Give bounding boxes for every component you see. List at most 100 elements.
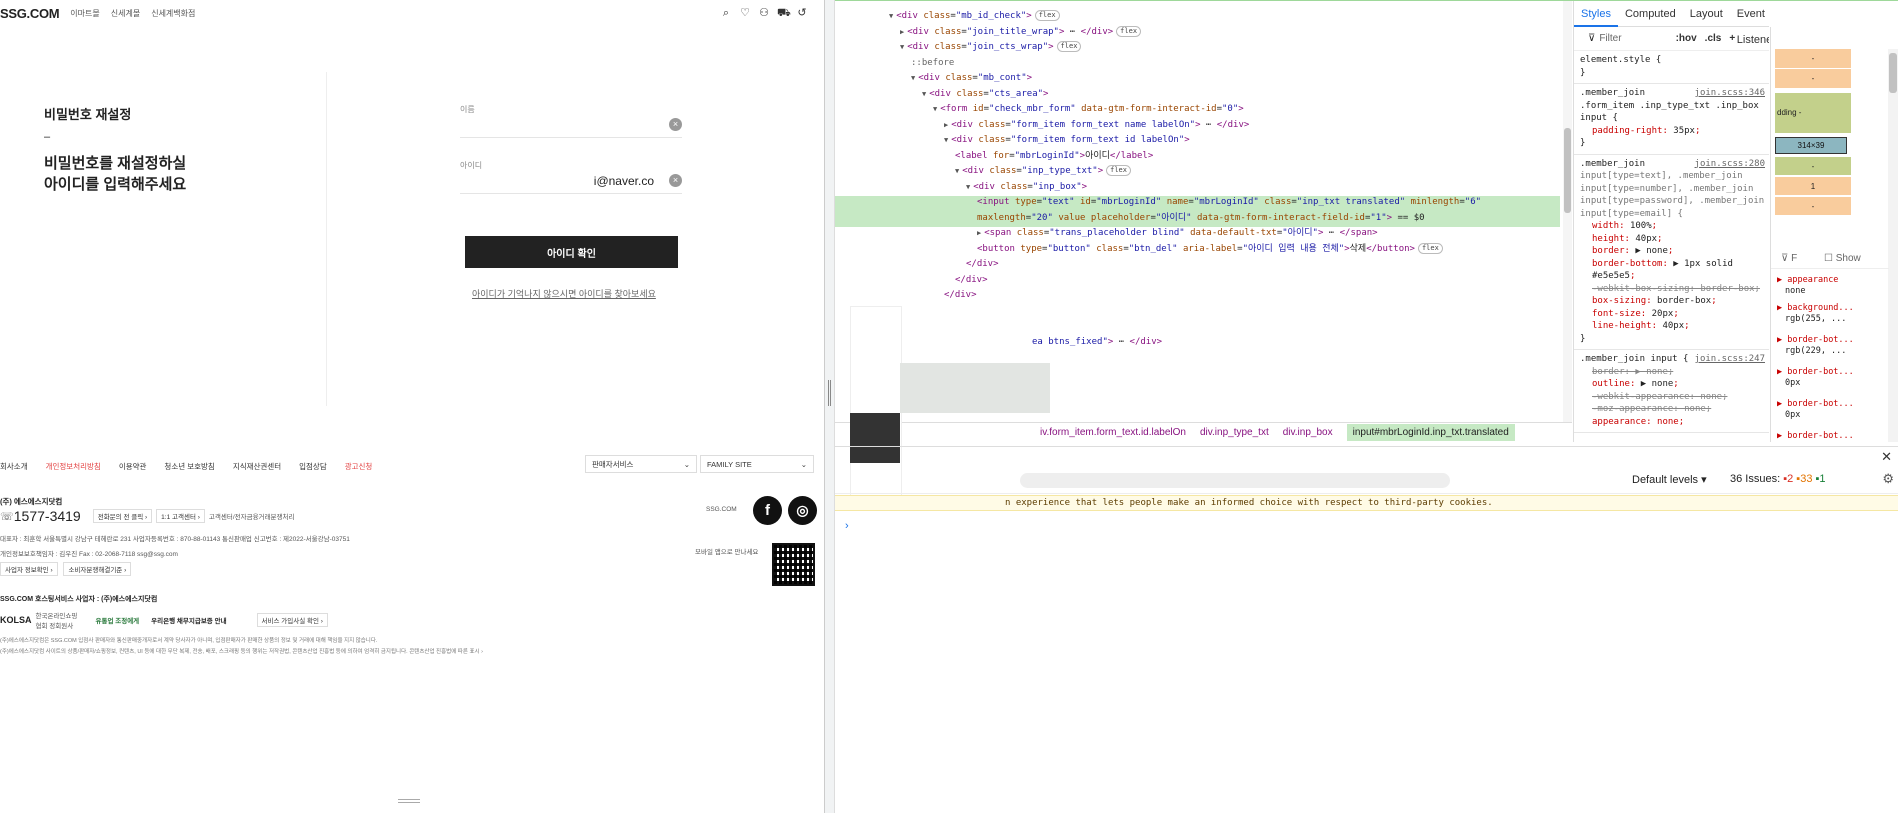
call-button[interactable]: 전화문의 전 클릭 › [92,509,153,523]
expand-down-icon[interactable]: ▼ [955,167,959,175]
scroll-thumb[interactable] [1564,128,1571,213]
one-to-one-button[interactable]: 1:1 고객센터 › [156,509,205,523]
dom-node-row[interactable]: ▶ <span class="trans_placeholder blind" d… [977,226,1378,241]
expand-down-icon[interactable]: ▼ [900,43,904,51]
computed-prop[interactable]: ▶ background... rgb(255, ... [1777,303,1854,325]
footer-link-privacy[interactable]: 개인정보처리방침 [46,461,101,472]
footer-link-ads[interactable]: 광고신청 [345,461,373,472]
computed-scrollbar[interactable] [1888,49,1898,442]
gnb-link-emart[interactable]: 이마트몰 [70,8,99,19]
dom-node-row[interactable]: <button type="button" class="btn_del" ar… [977,242,1443,257]
elements-scrollbar[interactable] [1563,1,1572,422]
footer-link-ip-center[interactable]: 지식재산권센터 [233,461,281,472]
ssg-logo[interactable]: SSG.COM [0,6,60,21]
gnb-link-shinsegae-dept[interactable]: 신세계백화점 [151,8,195,19]
computed-prop[interactable]: ▶ border-bot... rgb(229, ... [1777,335,1854,357]
border-top[interactable]: - [1775,69,1851,88]
find-id-link[interactable]: 아이디가 기억나지 않으시면 아이디를 찾아보세요 [472,287,656,300]
business-info-button[interactable]: 사업자 정보확인 › [0,562,58,576]
hov-toggle[interactable]: :hov [1676,33,1697,44]
log-levels-dropdown[interactable]: Default levels ▾ [1632,473,1707,486]
dom-node-row[interactable]: <input type="text" id="mbrLoginId" name=… [977,195,1481,210]
computed-prop[interactable]: ▶ appearance none [1777,275,1838,297]
facebook-icon[interactable]: f [753,496,782,525]
expand-down-icon[interactable]: ▼ [889,12,893,20]
dom-node-row[interactable]: ▼ <div class="cts_area"> [922,87,1048,102]
computed-filter-input[interactable]: F [1791,253,1797,264]
cls-toggle[interactable]: .cls [1705,33,1722,44]
footer-link-company[interactable]: 회사소개 [0,461,28,472]
css-property[interactable]: padding-right: 35px; [1580,125,1765,138]
css-property-overridden[interactable]: border: ▶ none; [1580,366,1765,379]
css-property[interactable]: appearance: none; [1580,416,1765,429]
expand-down-icon[interactable]: ▼ [911,74,915,82]
css-property[interactable]: border: ▶ none; [1580,245,1765,258]
dom-node-row[interactable]: ▼ <div class="mb_id_check"> flex [889,9,1060,24]
confirm-id-button[interactable]: 아이디 확인 [465,236,678,268]
tab-styles[interactable]: Styles [1574,1,1618,27]
tab-layout[interactable]: Layout [1683,1,1730,27]
history-icon[interactable]: ↺ [796,6,808,20]
dom-node-row[interactable]: ▼ <form id="check_mbr_form" data-gtm-form… [933,102,1244,117]
breadcrumb-item-active[interactable]: input#mbrLoginId.inp_txt.translated [1346,424,1515,441]
breadcrumb-item[interactable]: div.inp_type_txt [1200,427,1269,438]
family-site-select[interactable]: FAMILY SITE ⌄ [700,455,814,473]
dom-node-row[interactable]: </div> [966,257,999,272]
seller-service-select[interactable]: 판매자서비스 ⌄ [585,455,697,473]
console-prompt[interactable]: › [845,520,849,532]
dom-node-row[interactable]: maxlength="20" value placeholder="아이디" d… [977,211,1425,226]
console-filter-input[interactable] [1020,473,1450,488]
instagram-icon[interactable]: ◎ [788,496,817,525]
css-property-overridden[interactable]: -moz-appearance: none; [1580,403,1765,416]
flex-badge[interactable]: flex [1116,25,1142,37]
styles-filter-input[interactable]: Filter [1599,33,1621,44]
panel-splitter[interactable] [824,0,835,813]
person-icon[interactable]: ⚇ [758,6,770,20]
flex-badge[interactable]: flex [1034,10,1060,21]
flex-badge[interactable]: flex [1106,165,1131,176]
css-property[interactable]: height: 40px; [1580,233,1765,246]
issues-counter[interactable]: 36 Issues: ▪2 ▪33 ▪1 [1730,473,1826,485]
dom-node-row[interactable]: <label for="mbrLoginId">아이디</label> [955,149,1153,164]
expand-right-icon[interactable]: ▶ [900,28,904,36]
dom-node-row[interactable]: ▶ <div class="join_title_wrap"> ⋯ </div> f… [900,25,1142,40]
css-property[interactable]: line-height: 40px; [1580,320,1765,333]
footer-link-partnership[interactable]: 입점상담 [299,461,327,472]
clear-icon[interactable]: × [669,174,682,187]
id-input[interactable]: i@naver.co [594,174,654,188]
clear-icon[interactable]: × [669,118,682,131]
dispute-standard-button[interactable]: 소비자분쟁해결기준 › [63,562,132,576]
flex-badge[interactable]: flex [1056,41,1082,52]
rule-source-link[interactable]: join.scss:247 [1695,353,1765,366]
expand-down-icon[interactable]: ▼ [933,105,937,113]
dom-node-row[interactable]: ▶ <div class="form_item form_text name la… [944,118,1249,133]
padding-bottom[interactable]: - [1775,157,1851,175]
dom-node-row[interactable]: </div> [944,288,977,303]
dom-node-row[interactable]: ▼ <div class="inp_type_txt"> flex [955,164,1131,179]
breadcrumb-item[interactable]: iv.form_item.form_text.id.labelOn [1040,427,1186,438]
cart-icon[interactable]: ⛟ [777,6,791,20]
css-property[interactable]: font-size: 20px; [1580,308,1765,321]
rule-selector-cont[interactable]: input[type=text], .member_join input[typ… [1580,170,1765,220]
show-all-checkbox[interactable]: ☐ [1824,253,1836,264]
expand-down-icon[interactable]: ▼ [922,90,926,98]
expand-down-icon[interactable]: ▼ [966,183,970,191]
dom-node-row[interactable]: ▼ <div class="mb_cont"> [911,71,1032,86]
gear-icon[interactable]: ⚙ [1882,471,1894,487]
css-property-overridden[interactable]: -webkit-box-sizing: border-box; [1580,283,1765,296]
id-field[interactable]: 아이디 i@naver.co × [460,154,682,194]
border-bottom[interactable]: 1 [1775,177,1851,195]
breadcrumb-item[interactable]: div.inp_box [1283,427,1333,438]
css-property[interactable]: outline: ▶ none; [1580,378,1765,391]
content-box[interactable]: 314×39 [1775,137,1847,154]
padding-box[interactable]: dding - [1775,93,1851,133]
rule-source-link[interactable]: join.scss:346 [1695,87,1765,100]
gnb-link-shinsegae-mall[interactable]: 신세계몰 [111,8,140,19]
expand-down-icon[interactable]: ▼ [944,136,948,144]
footer-link-terms[interactable]: 이용약관 [119,461,147,472]
resize-handle[interactable] [398,799,420,803]
tab-event-listeners[interactable]: Event Listeners [1730,1,1769,46]
dispute-text[interactable]: 고객센터/전자금융거래분쟁처리 [209,511,295,521]
service-join-button[interactable]: 서비스 가입사실 확인 › [256,613,328,627]
computed-filter[interactable]: ⊽ F ☐ Show [1771,249,1889,269]
